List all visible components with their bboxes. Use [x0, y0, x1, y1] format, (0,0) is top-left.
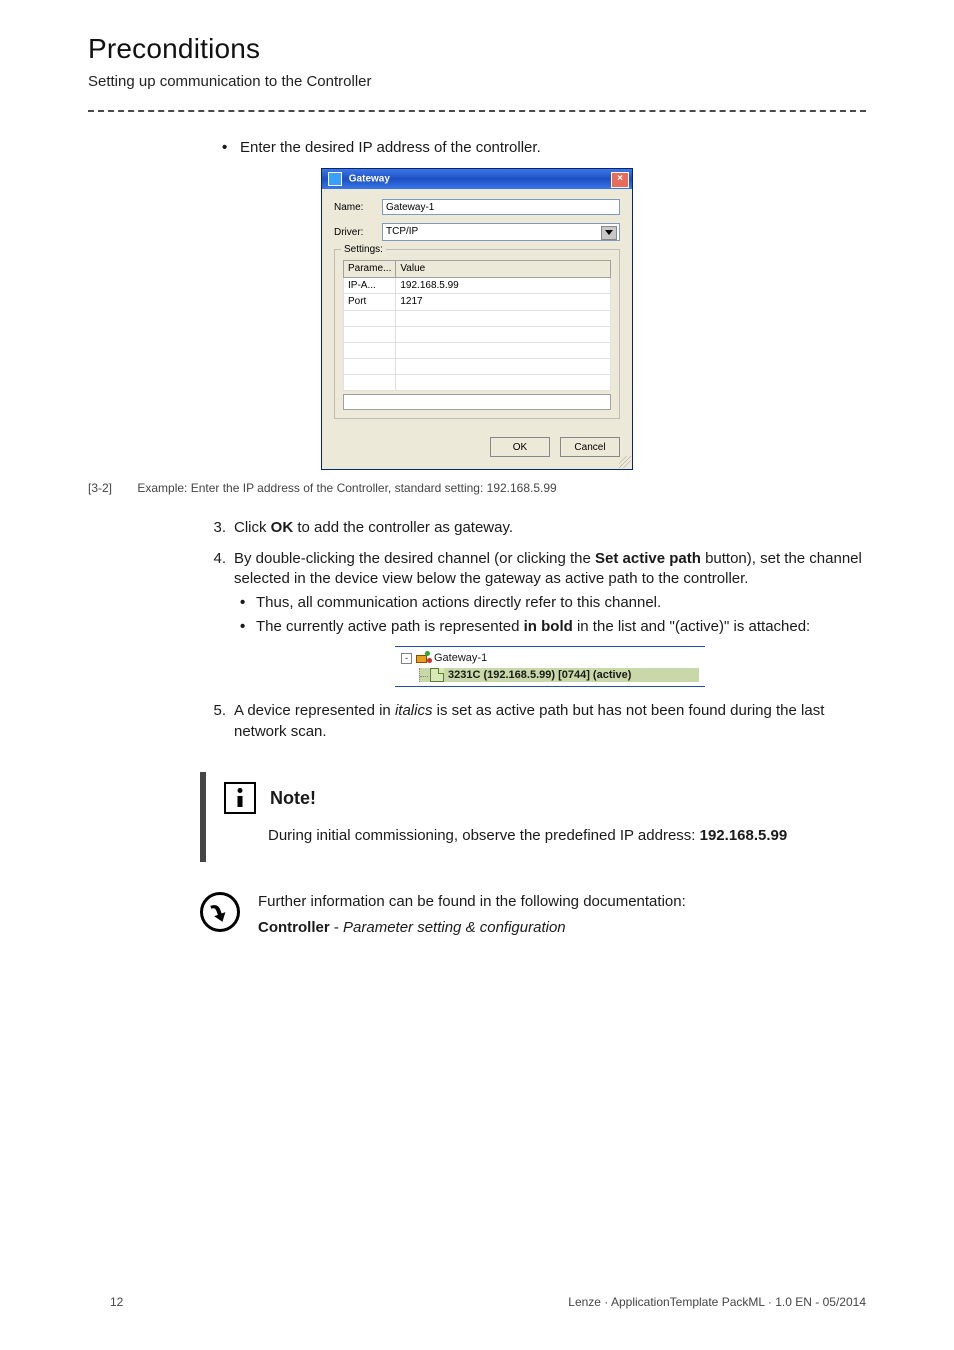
- table-row: [344, 342, 611, 358]
- driver-label: Driver:: [334, 226, 382, 240]
- reference-block: Further information can be found in the …: [200, 892, 866, 945]
- table-row: IP-A... 192.168.5.99: [344, 277, 611, 294]
- driver-select[interactable]: TCP/IP: [382, 223, 620, 241]
- tree-gateway-row[interactable]: - Gateway-1: [401, 651, 699, 666]
- note-body: During initial commissioning, observe th…: [268, 826, 852, 846]
- gateway-dialog: Gateway × Name: Driver: TCP/IP Settings:…: [321, 168, 633, 470]
- step-4-sub2: The currently active path is represented…: [234, 617, 866, 637]
- table-row: Port 1217: [344, 294, 611, 311]
- figure-caption: [3-2] Example: Enter the IP address of t…: [88, 480, 866, 496]
- settings-legend: Settings:: [341, 243, 386, 257]
- table-row: [344, 358, 611, 374]
- cancel-button[interactable]: Cancel: [560, 437, 620, 457]
- ref-line1: Further information can be found in the …: [258, 892, 686, 912]
- pointer-icon: [200, 892, 240, 932]
- driver-value: TCP/IP: [386, 226, 418, 237]
- footer-right: Lenze · ApplicationTemplate PackML · 1.0…: [568, 1294, 866, 1310]
- resize-grip-icon[interactable]: [619, 456, 631, 468]
- dialog-title: Gateway: [349, 174, 390, 185]
- ok-button[interactable]: OK: [490, 437, 550, 457]
- step-5: 5. A device represented in italics is se…: [200, 701, 866, 742]
- intro-bullet: Enter the desired IP address of the cont…: [222, 138, 866, 158]
- caption-text: Example: Enter the IP address of the Con…: [137, 481, 556, 495]
- close-icon[interactable]: ×: [611, 172, 629, 188]
- dialog-titlebar[interactable]: Gateway ×: [322, 169, 632, 189]
- name-input[interactable]: [382, 199, 620, 215]
- note-block: Note! During initial commissioning, obse…: [200, 772, 866, 862]
- settings-table[interactable]: Parame... Value IP-A... 192.168.5.99 Por…: [343, 260, 611, 391]
- info-icon: [224, 782, 256, 814]
- step-4-sub1: Thus, all communication actions directly…: [234, 593, 866, 613]
- td-port-value[interactable]: 1217: [396, 294, 611, 311]
- td-ip-value[interactable]: 192.168.5.99: [396, 277, 611, 294]
- table-row: [344, 374, 611, 390]
- page-number: 12: [110, 1294, 123, 1310]
- note-title: Note!: [270, 786, 316, 810]
- active-path-tree: - Gateway-1 3231C (192.168.5.99) [0744] …: [395, 646, 705, 688]
- status-area: [343, 394, 611, 410]
- page-title: Preconditions: [88, 30, 866, 68]
- gateway-icon: [416, 652, 430, 664]
- page-footer: 12 Lenze · ApplicationTemplate PackML · …: [110, 1294, 866, 1310]
- collapse-icon[interactable]: -: [401, 653, 412, 664]
- td-ip-label[interactable]: IP-A...: [344, 277, 396, 294]
- table-row: [344, 310, 611, 326]
- section-divider: [88, 110, 866, 112]
- caption-number: [3-2]: [88, 480, 134, 496]
- page-subtitle: Setting up communication to the Controll…: [88, 72, 866, 92]
- table-row: [344, 326, 611, 342]
- tree-gateway-label: Gateway-1: [434, 651, 487, 666]
- tree-device-row[interactable]: 3231C (192.168.5.99) [0744] (active): [419, 668, 699, 683]
- ref-line2: Controller - Parameter setting & configu…: [258, 918, 686, 938]
- tree-device-label: 3231C (192.168.5.99) [0744] (active): [448, 668, 631, 683]
- th-value[interactable]: Value: [396, 261, 611, 278]
- dialog-app-icon: [328, 172, 342, 186]
- step-4: 4. By double-clicking the desired channe…: [200, 549, 866, 688]
- device-icon: [430, 668, 444, 682]
- td-port-label[interactable]: Port: [344, 294, 396, 311]
- th-param[interactable]: Parame...: [344, 261, 396, 278]
- name-label: Name:: [334, 201, 382, 215]
- step-3: 3. Click OK to add the controller as gat…: [200, 518, 866, 538]
